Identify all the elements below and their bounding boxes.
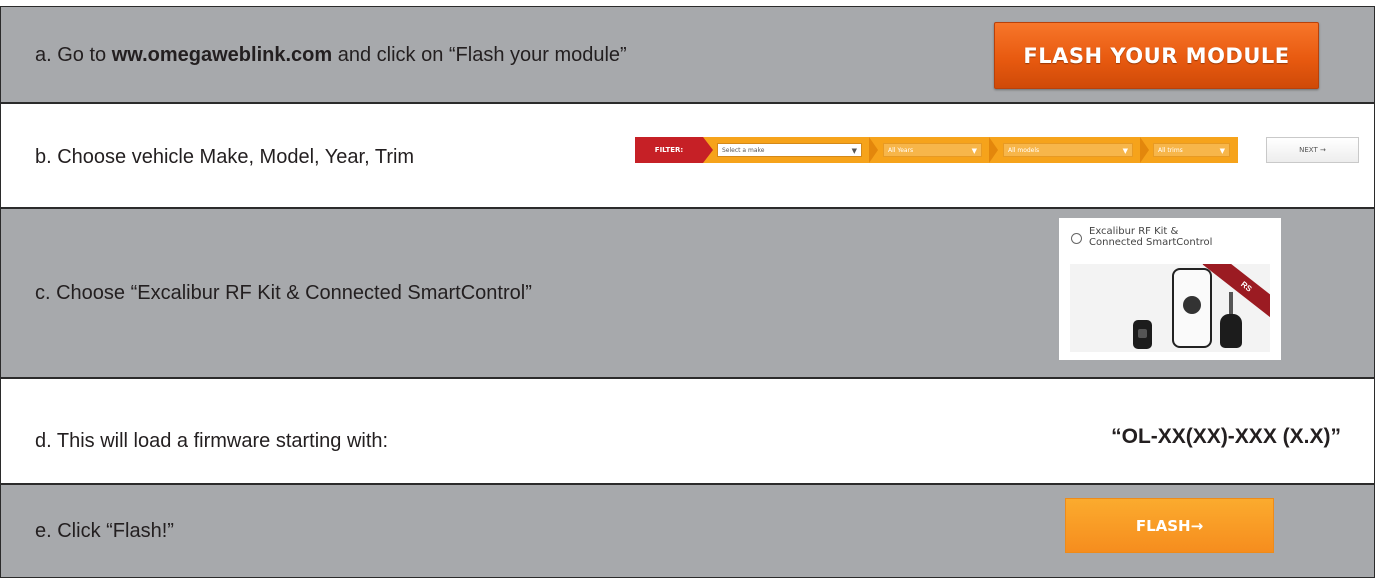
option-label-line-2: Connected SmartControl	[1089, 237, 1213, 248]
chevron-separator-icon	[1140, 137, 1149, 163]
website-link[interactable]: ww.omegaweblink.com	[112, 44, 332, 66]
option-label-line-1: Excalibur RF Kit &	[1089, 226, 1179, 237]
step-a-text: a. Go to ww.omegaweblink.com and click o…	[35, 43, 627, 67]
instructions-table: a. Go to ww.omegaweblink.com and click o…	[0, 6, 1375, 578]
product-image: RS	[1070, 264, 1270, 352]
step-c-text: c. Choose “Excalibur RF Kit & Connected …	[35, 282, 532, 304]
remote-fob-icon	[1133, 320, 1152, 349]
chevron-down-icon: ▼	[971, 147, 977, 155]
flash-button[interactable]: FLASH→	[1065, 498, 1274, 553]
step-e-text: e. Click “Flash!”	[35, 520, 174, 542]
firmware-prefix: “OL-XX(XX)-XXX (X.X)”	[1111, 425, 1341, 448]
step-b-row: b. Choose vehicle Make, Model, Year, Tri…	[1, 104, 1374, 209]
trim-select[interactable]: All trims ▼	[1153, 143, 1230, 157]
step-e-row: e. Click “Flash!” FLASH→	[1, 485, 1374, 577]
key-blade-icon	[1229, 292, 1233, 316]
step-a-suffix: and click on “Flash your module”	[332, 44, 627, 66]
chevron-down-icon: ▼	[1122, 147, 1128, 155]
chevron-separator-icon	[989, 137, 998, 163]
filter-label: FILTER:	[635, 137, 713, 163]
make-select[interactable]: Select a make ▼	[717, 143, 862, 157]
step-a-row: a. Go to ww.omegaweblink.com and click o…	[1, 7, 1374, 104]
step-c-row: c. Choose “Excalibur RF Kit & Connected …	[1, 209, 1374, 379]
step-a-prefix: a. Go to	[35, 44, 112, 66]
year-select[interactable]: All Years ▼	[883, 143, 982, 157]
model-select[interactable]: All models ▼	[1003, 143, 1133, 157]
model-select-value: All models	[1008, 147, 1040, 154]
step-d-row: d. This will load a firmware starting wi…	[1, 379, 1374, 485]
chevron-separator-icon	[869, 137, 878, 163]
next-button[interactable]: NEXT →	[1266, 137, 1359, 163]
chevron-down-icon: ▼	[1219, 147, 1225, 155]
excalibur-product-option[interactable]: Excalibur RF Kit & Connected SmartContro…	[1059, 218, 1281, 360]
step-b-text: b. Choose vehicle Make, Model, Year, Tri…	[35, 146, 415, 168]
vehicle-filter-bar: FILTER: Select a make ▼ All Years ▼ All …	[635, 137, 1238, 163]
flash-your-module-button[interactable]: FLASH YOUR MODULE	[994, 22, 1319, 89]
option-label: Excalibur RF Kit & Connected SmartContro…	[1089, 226, 1212, 248]
key-fob-icon	[1220, 314, 1242, 348]
option-radio[interactable]	[1071, 233, 1082, 244]
chevron-down-icon: ▼	[851, 147, 857, 155]
smartphone-icon	[1172, 268, 1212, 348]
trim-select-value: All trims	[1158, 147, 1183, 154]
year-select-value: All Years	[888, 147, 914, 154]
step-d-text: d. This will load a firmware starting wi…	[35, 430, 389, 452]
make-select-value: Select a make	[722, 147, 765, 154]
